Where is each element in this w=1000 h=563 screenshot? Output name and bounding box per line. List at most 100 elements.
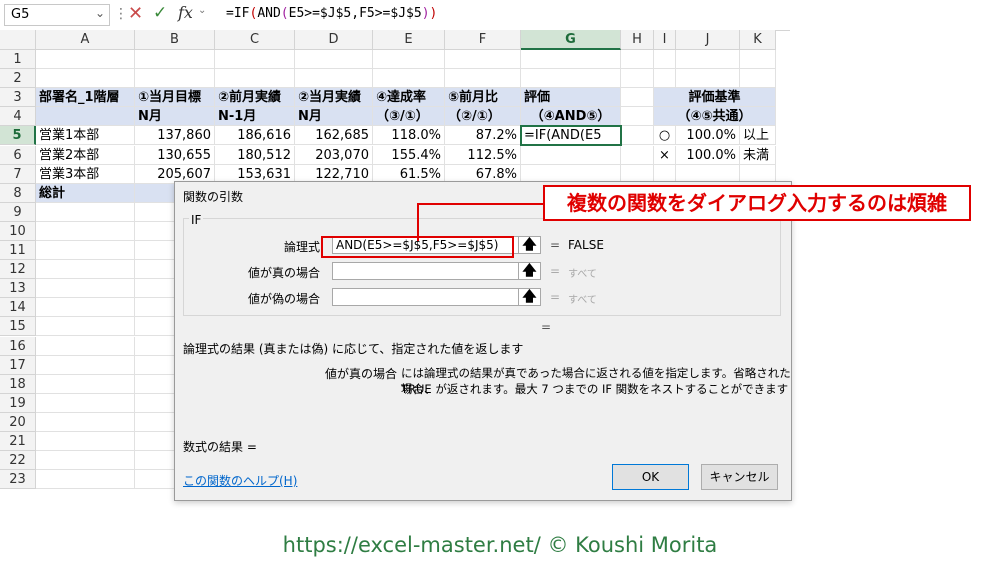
chevron-down-icon[interactable]: ⌄ xyxy=(95,6,105,20)
cell[interactable] xyxy=(445,50,521,70)
cell[interactable] xyxy=(36,50,135,70)
column-header-h[interactable]: H xyxy=(621,30,654,50)
column-header-g[interactable]: G xyxy=(521,30,621,50)
collapse-arrow-icon[interactable]: 🡅 xyxy=(519,262,541,280)
cell[interactable] xyxy=(740,69,776,89)
cell[interactable] xyxy=(373,50,445,70)
cell-g4[interactable]: （④AND⑤） xyxy=(521,107,621,127)
cell-a4[interactable] xyxy=(36,107,135,127)
cell[interactable] xyxy=(36,432,135,452)
column-header-d[interactable]: D xyxy=(295,30,373,50)
row-header-8[interactable]: 8 xyxy=(0,183,36,203)
column-header-c[interactable]: C xyxy=(215,30,295,50)
cell-f5[interactable]: 87.2% xyxy=(445,126,521,146)
row-header-20[interactable]: 20 xyxy=(0,412,36,432)
cancel-button[interactable]: キャンセル xyxy=(701,464,778,490)
cell-f6[interactable]: 112.5% xyxy=(445,145,521,165)
cell[interactable] xyxy=(36,470,135,490)
cell-a7[interactable]: 営業3本部 xyxy=(36,164,135,184)
cell-i5[interactable]: ○ xyxy=(654,126,676,146)
cell-j5[interactable]: 100.0% xyxy=(676,126,740,146)
cell-b6[interactable]: 130,655 xyxy=(135,145,215,165)
value-if-true-input[interactable] xyxy=(332,262,519,280)
cell[interactable] xyxy=(621,69,654,89)
help-link[interactable]: この関数のヘルプ(H) xyxy=(183,472,297,489)
row-header-1[interactable]: 1 xyxy=(0,50,36,70)
row-header-9[interactable]: 9 xyxy=(0,202,36,222)
cell[interactable] xyxy=(36,298,135,318)
cell-j6[interactable]: 100.0% xyxy=(676,145,740,165)
cell[interactable] xyxy=(676,50,740,70)
cell[interactable] xyxy=(621,145,654,165)
cell[interactable] xyxy=(36,202,135,222)
cell-i6[interactable]: × xyxy=(654,145,676,165)
cell[interactable] xyxy=(521,145,621,165)
cell-d6[interactable]: 203,070 xyxy=(295,145,373,165)
cell[interactable] xyxy=(373,69,445,89)
column-header-k[interactable]: K xyxy=(740,30,776,50)
insert-function-button[interactable]: fx xyxy=(178,3,193,22)
row-header-10[interactable]: 10 xyxy=(0,221,36,241)
row-header-13[interactable]: 13 xyxy=(0,279,36,299)
cell[interactable] xyxy=(621,88,654,108)
cell-e6[interactable]: 155.4% xyxy=(373,145,445,165)
cell[interactable] xyxy=(295,50,373,70)
cell-c4[interactable]: N-1月 xyxy=(215,107,295,127)
collapse-arrow-icon[interactable]: 🡅 xyxy=(519,288,541,306)
cell[interactable] xyxy=(621,107,654,127)
cell-c3[interactable]: ②前月実績 xyxy=(215,88,295,108)
cell-c6[interactable]: 180,512 xyxy=(215,145,295,165)
cell[interactable] xyxy=(215,69,295,89)
column-header-b[interactable]: B xyxy=(135,30,215,50)
cell-e5[interactable]: 118.0% xyxy=(373,126,445,146)
cell-a5[interactable]: 営業1本部 xyxy=(36,126,135,146)
row-header-19[interactable]: 19 xyxy=(0,393,36,413)
row-header-16[interactable]: 16 xyxy=(0,336,36,356)
row-header-18[interactable]: 18 xyxy=(0,374,36,394)
cell-a3[interactable]: 部署名_1階層 xyxy=(36,88,135,108)
cell-a8[interactable]: 総計 xyxy=(36,183,135,203)
cell[interactable] xyxy=(740,50,776,70)
cell-f3[interactable]: ⑤前月比 xyxy=(445,88,521,108)
cell[interactable] xyxy=(135,69,215,89)
column-header-a[interactable]: A xyxy=(36,30,135,50)
cell-d5[interactable]: 162,685 xyxy=(295,126,373,146)
column-header-f[interactable]: F xyxy=(445,30,521,50)
cell[interactable] xyxy=(36,393,135,413)
cell[interactable] xyxy=(36,221,135,241)
row-header-5[interactable]: 5 xyxy=(0,126,36,146)
row-header-2[interactable]: 2 xyxy=(0,69,36,89)
row-header-3[interactable]: 3 xyxy=(0,88,36,108)
row-header-23[interactable]: 23 xyxy=(0,470,36,490)
row-header-14[interactable]: 14 xyxy=(0,298,36,318)
cell[interactable] xyxy=(445,69,521,89)
cell[interactable] xyxy=(36,355,135,375)
cell[interactable] xyxy=(621,126,654,146)
cell-g3[interactable]: 評価 xyxy=(521,88,621,108)
cell[interactable] xyxy=(36,241,135,261)
cell[interactable] xyxy=(654,69,676,89)
cell[interactable] xyxy=(36,279,135,299)
row-header-7[interactable]: 7 xyxy=(0,164,36,184)
cell-d3[interactable]: ②当月実績 xyxy=(295,88,373,108)
cell[interactable] xyxy=(36,336,135,356)
cell-f4[interactable]: （②/①） xyxy=(445,107,521,127)
cell[interactable] xyxy=(36,317,135,337)
cell-b4[interactable]: N月 xyxy=(135,107,215,127)
cell-b5[interactable]: 137,860 xyxy=(135,126,215,146)
cell[interactable] xyxy=(135,50,215,70)
column-header-e[interactable]: E xyxy=(373,30,445,50)
row-header-11[interactable]: 11 xyxy=(0,241,36,261)
cell-a6[interactable]: 営業2本部 xyxy=(36,145,135,165)
row-header-21[interactable]: 21 xyxy=(0,432,36,452)
cell-d4[interactable]: N月 xyxy=(295,107,373,127)
row-header-15[interactable]: 15 xyxy=(0,317,36,337)
row-header-12[interactable]: 12 xyxy=(0,260,36,280)
select-all-corner[interactable] xyxy=(0,30,36,50)
ok-button[interactable]: OK xyxy=(612,464,689,490)
cell-k5[interactable]: 以上 xyxy=(740,126,776,146)
cell[interactable] xyxy=(215,50,295,70)
cell[interactable] xyxy=(654,50,676,70)
cell[interactable] xyxy=(36,69,135,89)
cell-c5[interactable]: 186,616 xyxy=(215,126,295,146)
